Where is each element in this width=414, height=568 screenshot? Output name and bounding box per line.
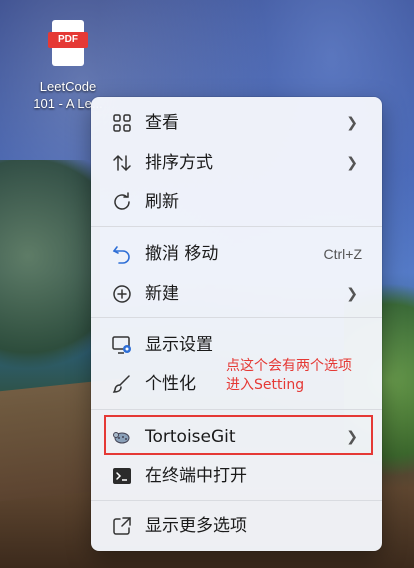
chevron-right-icon: ❯ [346, 155, 358, 171]
pdf-icon: PDF [48, 20, 88, 68]
annotation-line2: 进入Setting [226, 377, 305, 393]
menu-item-label: 个性化 [145, 374, 196, 394]
context-menu: 查看 ❯ 排序方式 ❯ 刷新 撤消 移动 Ctrl+Z 新建 ❯ 显示设置 个性… [91, 97, 382, 551]
refresh-icon [111, 191, 133, 213]
menu-item-sort[interactable]: 排序方式 ❯ [97, 145, 376, 181]
shortcut-text: Ctrl+Z [323, 246, 363, 262]
menu-separator [91, 317, 382, 318]
menu-item-label: 查看 [145, 113, 179, 133]
grid-icon [111, 112, 133, 134]
file-label-line1: LeetCode [39, 79, 97, 94]
terminal-icon [111, 465, 133, 487]
menu-item-label: 显示更多选项 [145, 516, 247, 536]
menu-item-label: 排序方式 [145, 153, 213, 173]
wallpaper-foliage [0, 160, 100, 400]
menu-item-undo-move[interactable]: 撤消 移动 Ctrl+Z [97, 236, 376, 272]
share-icon [111, 515, 133, 537]
menu-item-label: 新建 [145, 284, 179, 304]
chevron-right-icon: ❯ [346, 286, 358, 302]
menu-item-view[interactable]: 查看 ❯ [97, 105, 376, 141]
menu-item-label: 刷新 [145, 192, 179, 212]
undo-icon [111, 243, 133, 265]
pdf-badge: PDF [48, 32, 88, 48]
annotation-highlight-box [104, 415, 373, 455]
sort-icon [111, 152, 133, 174]
menu-item-refresh[interactable]: 刷新 [97, 184, 376, 220]
menu-separator [91, 226, 382, 227]
chevron-right-icon: ❯ [346, 115, 358, 131]
brush-icon [111, 373, 133, 395]
new-plus-icon [111, 283, 133, 305]
menu-item-show-more-options[interactable]: 显示更多选项 [97, 508, 376, 544]
menu-item-new[interactable]: 新建 ❯ [97, 276, 376, 312]
menu-item-label: 在终端中打开 [145, 466, 247, 486]
menu-item-open-terminal[interactable]: 在终端中打开 [97, 458, 376, 494]
menu-item-label: 显示设置 [145, 335, 213, 355]
menu-separator [91, 409, 382, 410]
menu-separator [91, 500, 382, 501]
annotation-line1: 点这个会有两个选项 [226, 358, 352, 374]
menu-item-label: 撤消 移动 [145, 244, 219, 264]
annotation-note: 点这个会有两个选项 进入Setting [226, 357, 352, 395]
display-settings-icon [111, 334, 133, 356]
